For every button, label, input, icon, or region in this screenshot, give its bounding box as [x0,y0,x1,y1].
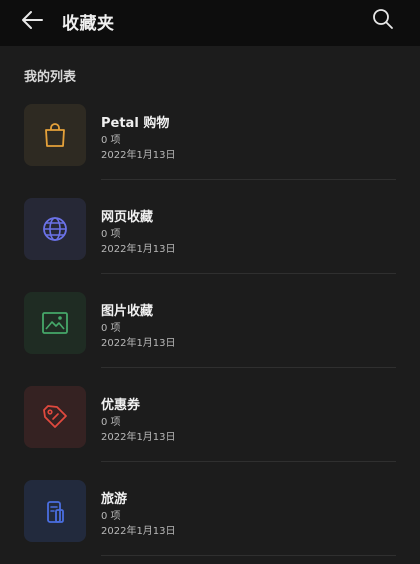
item-date: 2022年1月13日 [101,150,176,161]
list-item-image-favorites[interactable]: 图片收藏 0 项 2022年1月13日 [0,274,420,368]
list-item-travel[interactable]: 旅游 0 项 2022年1月13日 [0,462,420,556]
item-tile [24,198,86,260]
section-title: 我的列表 [24,70,77,85]
image-icon [42,312,68,334]
item-count: 0 项 [101,417,121,428]
luggage-icon [47,501,64,523]
item-tile [24,104,86,166]
item-date: 2022年1月13日 [101,432,176,443]
tag-icon [43,405,67,428]
item-name: 优惠券 [101,398,141,413]
item-date: 2022年1月13日 [101,526,176,537]
list-item-petal-shopping[interactable]: Petal 购物 0 项 2022年1月13日 [0,86,420,180]
item-date: 2022年1月13日 [101,338,176,349]
search-icon [373,9,393,29]
arrow-left-icon [22,11,43,29]
item-tile [24,292,86,354]
item-count: 0 项 [101,511,121,522]
back-button[interactable] [14,6,50,34]
item-date: 2022年1月13日 [101,244,176,255]
item-name: 网页收藏 [101,210,154,225]
item-tile [24,386,86,448]
page-title: 收藏夹 [62,14,115,34]
favorites-list: Petal 购物 0 项 2022年1月13日 网页收藏 0 项 2022年1月… [0,86,420,556]
item-count: 0 项 [101,323,121,334]
item-name: Petal 购物 [101,116,170,131]
search-button[interactable] [368,4,398,34]
app-header: 收藏夹 [0,0,420,46]
shopping-bag-icon [45,123,65,147]
list-item-web-favorites[interactable]: 网页收藏 0 项 2022年1月13日 [0,180,420,274]
item-name: 图片收藏 [101,304,154,319]
globe-icon [43,217,67,241]
divider [101,555,396,556]
item-name: 旅游 [101,492,128,507]
item-count: 0 项 [101,229,121,240]
item-tile [24,480,86,542]
favorites-screen: 收藏夹 我的列表 Petal 购物 0 项 2022年1月13日 网页收藏 0 … [0,0,420,564]
item-count: 0 项 [101,135,121,146]
list-item-coupons[interactable]: 优惠券 0 项 2022年1月13日 [0,368,420,462]
